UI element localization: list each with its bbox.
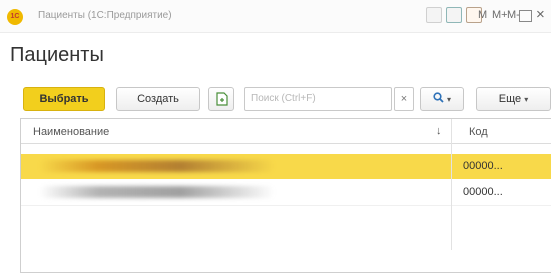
code-cell: 00000... [463, 160, 503, 172]
chevron-down-icon: ▾ [524, 95, 529, 104]
search-icon [433, 92, 444, 103]
search-input[interactable]: Поиск (Ctrl+F) [244, 87, 392, 111]
window-titlebar: 1С Пациенты (1С:Предприятие) M M+ M- × [0, 0, 551, 33]
search-placeholder: Поиск (Ctrl+F) [251, 93, 316, 104]
search-options-button[interactable]: ▾ [420, 87, 464, 111]
restore-icon[interactable] [519, 10, 532, 22]
redacted-name [39, 160, 275, 172]
create-button[interactable]: Создать [116, 87, 200, 111]
select-button[interactable]: Выбрать [23, 87, 105, 111]
memory-minus-button[interactable]: M- [507, 9, 520, 21]
window-action-icon[interactable] [426, 7, 442, 23]
more-button-label: Еще [498, 93, 522, 105]
app-logo-icon: 1С [7, 9, 23, 25]
page-title: Пациенты [10, 44, 104, 66]
more-button[interactable]: Еще ▾ [476, 87, 551, 111]
copy-icon [216, 92, 228, 106]
redacted-name [39, 186, 275, 198]
window-title: Пациенты (1С:Предприятие) [38, 10, 172, 21]
select-button-label: Выбрать [39, 93, 89, 105]
column-header-code[interactable]: Код [469, 126, 488, 138]
memory-plus-button[interactable]: M+ [492, 9, 508, 21]
chevron-down-icon: ▾ [447, 95, 452, 104]
patients-table: Наименование ↓ Код 00000... 00000... [20, 118, 551, 273]
table-row[interactable]: 00000... [21, 154, 551, 179]
search-clear-button[interactable]: × [394, 87, 414, 111]
memory-button[interactable]: M [478, 9, 487, 21]
titlebar-tools [426, 7, 482, 23]
copy-button[interactable] [208, 87, 234, 111]
create-button-label: Создать [137, 93, 179, 105]
table-icon[interactable] [446, 7, 462, 23]
sort-arrow-icon: ↓ [436, 125, 442, 137]
table-header: Наименование ↓ Код [21, 119, 551, 144]
code-cell: 00000... [463, 186, 503, 198]
column-header-name[interactable]: Наименование [33, 126, 109, 138]
clear-icon: × [400, 93, 408, 105]
table-row[interactable]: 00000... [21, 180, 551, 206]
column-divider [451, 119, 452, 250]
close-icon[interactable]: × [536, 6, 545, 23]
